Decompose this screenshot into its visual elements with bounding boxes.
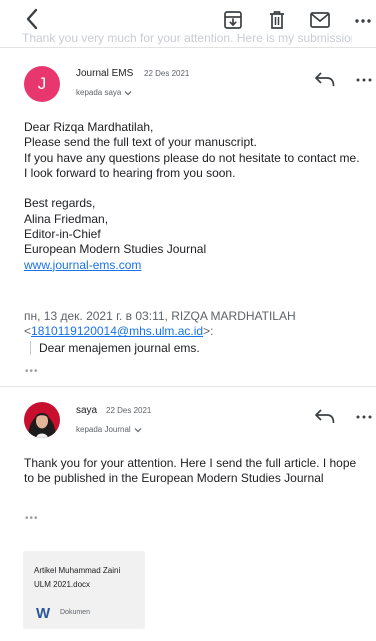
journal-link[interactable]: www.journal-ems.com bbox=[24, 258, 141, 272]
message-date: 22 Des 2021 bbox=[106, 406, 152, 415]
chevron-down-icon bbox=[134, 427, 142, 432]
body-line: I look forward to hearing from you soon. bbox=[24, 165, 236, 180]
sender-name: saya bbox=[76, 405, 98, 416]
avatar[interactable] bbox=[24, 402, 60, 438]
message-body: Dear Rizqa Mardhatilah, Please send the … bbox=[24, 120, 374, 273]
thread-subject-partial: Thank you very much for your attention. … bbox=[22, 31, 352, 45]
chevron-left-icon[interactable] bbox=[22, 6, 42, 32]
quote-header: пн, 13 дек. 2021 г. в 03:11, RIZQA MARDH… bbox=[24, 309, 374, 340]
reply-icon[interactable] bbox=[314, 407, 336, 425]
more-options-icon[interactable] bbox=[354, 75, 374, 85]
trash-icon[interactable] bbox=[266, 9, 288, 31]
more-horizontal-icon[interactable] bbox=[352, 9, 374, 31]
more-options-icon[interactable] bbox=[354, 412, 374, 422]
word-document-icon: W bbox=[36, 605, 50, 620]
sender-email-link[interactable]: 1810119120014@mhs.ulm.ac.id bbox=[31, 324, 203, 338]
attachment-filename: Artikel Muhammad Zaini ULM 2021.docx bbox=[34, 566, 121, 589]
avatar[interactable]: J bbox=[24, 66, 60, 102]
quoted-text: Dear menajemen journal ems. bbox=[30, 341, 200, 355]
recipient-label: kepada saya bbox=[76, 88, 122, 97]
reply-icon[interactable] bbox=[314, 70, 336, 88]
body-line: Best regards, bbox=[24, 196, 96, 211]
show-trimmed-content[interactable]: ••• bbox=[25, 366, 39, 377]
quote-header-line: пн, 13 дек. 2021 г. в 03:11, RIZQA MARDH… bbox=[24, 309, 296, 323]
quote-bracket-open: < bbox=[24, 324, 32, 339]
body-line bbox=[24, 181, 374, 196]
avatar-letter: J bbox=[37, 74, 47, 93]
envelope-icon[interactable] bbox=[309, 9, 331, 31]
attachment-card[interactable]: Artikel Muhammad Zaini ULM 2021.docx W D… bbox=[23, 551, 145, 629]
attachment-type: Dokumen bbox=[60, 609, 90, 616]
archive-icon[interactable] bbox=[222, 9, 244, 31]
body-line: Alina Friedman, bbox=[24, 211, 109, 226]
chevron-down-icon bbox=[124, 90, 132, 95]
divider bbox=[0, 47, 376, 48]
body-line: Please send the full text of your manusc… bbox=[24, 135, 257, 150]
recipient-label: kepada Journal bbox=[76, 425, 131, 434]
divider bbox=[0, 386, 376, 387]
recipient-toggle[interactable]: kepada Journal bbox=[76, 425, 142, 434]
recipient-toggle[interactable]: kepada saya bbox=[76, 88, 132, 97]
quote-bracket-close: >: bbox=[203, 324, 214, 339]
message-date: 22 Des 2021 bbox=[144, 69, 190, 78]
sender-name: Journal EMS bbox=[76, 68, 134, 79]
body-line: Dear Rizqa Mardhatilah, bbox=[24, 120, 154, 134]
body-line: European Modern Studies Journal bbox=[24, 242, 207, 257]
body-line: Editor-in-Chief bbox=[24, 227, 101, 242]
message-body: Thank you for your attention. Here I sen… bbox=[24, 456, 364, 487]
body-paragraph: Thank you for your attention. Here I sen… bbox=[24, 456, 357, 486]
svg-text:W: W bbox=[36, 605, 50, 620]
body-line: If you have any questions please do not … bbox=[24, 150, 360, 165]
show-trimmed-content[interactable]: ••• bbox=[25, 513, 39, 524]
